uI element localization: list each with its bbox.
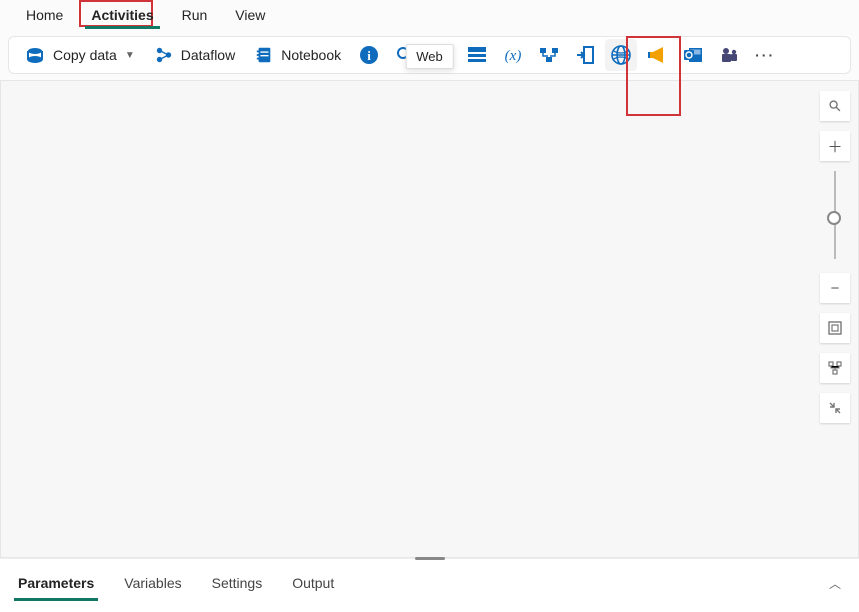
more-button[interactable]: ··· [749,39,781,71]
ribbon-tabs: Home Activities Run View [0,0,859,30]
tab-variables[interactable]: Variables [120,569,185,597]
notebook-icon [255,46,273,64]
announcement-icon[interactable] [641,39,673,71]
table-icon[interactable] [461,39,493,71]
ellipsis-icon: ··· [755,47,775,63]
notebook-label: Notebook [281,47,341,63]
pipeline-icon[interactable] [533,39,565,71]
layout-button[interactable] [820,353,850,383]
collapse-button[interactable] [820,393,850,423]
copy-data-icon [25,45,45,65]
info-icon[interactable]: i [353,39,385,71]
tab-view[interactable]: View [221,2,279,28]
svg-text:i: i [367,48,371,63]
canvas-search-button[interactable] [820,91,850,121]
tab-settings[interactable]: Settings [208,569,267,597]
tab-home[interactable]: Home [12,2,77,28]
outlook-icon[interactable] [677,39,709,71]
zoom-slider-thumb[interactable] [827,211,841,225]
resize-grip[interactable] [415,557,445,560]
dataflow-icon [155,46,173,64]
teams-icon[interactable] [713,39,745,71]
bottom-panel-tabs: Parameters Variables Settings Output ︿ [0,558,859,597]
variable-icon[interactable]: (x) [497,39,529,71]
web-button[interactable]: Web [605,39,637,71]
toolbar: Copy data ▼ Dataflow Notebook i [8,36,851,74]
fit-button[interactable] [820,313,850,343]
copy-data-button[interactable]: Copy data ▼ [17,41,143,69]
notebook-button[interactable]: Notebook [247,42,349,68]
insert-icon[interactable] [569,39,601,71]
toolbar-container: Copy data ▼ Dataflow Notebook i [0,30,859,80]
tab-output[interactable]: Output [288,569,338,597]
svg-text:(x): (x) [505,48,522,64]
canvas-side-controls: ＋ − [820,91,850,423]
zoom-in-button[interactable]: ＋ [820,131,850,161]
tab-run[interactable]: Run [168,2,222,28]
tab-parameters[interactable]: Parameters [14,569,98,597]
copy-data-label: Copy data [53,47,117,63]
dataflow-label: Dataflow [181,47,235,63]
web-tooltip: Web [405,44,454,69]
chevron-down-icon: ▼ [125,50,135,61]
zoom-out-button[interactable]: − [820,273,850,303]
design-canvas[interactable]: ＋ − [0,80,859,558]
expand-panel-button[interactable]: ︿ [825,571,845,596]
dataflow-button[interactable]: Dataflow [147,42,243,68]
tab-activities[interactable]: Activities [77,2,167,28]
zoom-slider[interactable] [834,171,836,259]
